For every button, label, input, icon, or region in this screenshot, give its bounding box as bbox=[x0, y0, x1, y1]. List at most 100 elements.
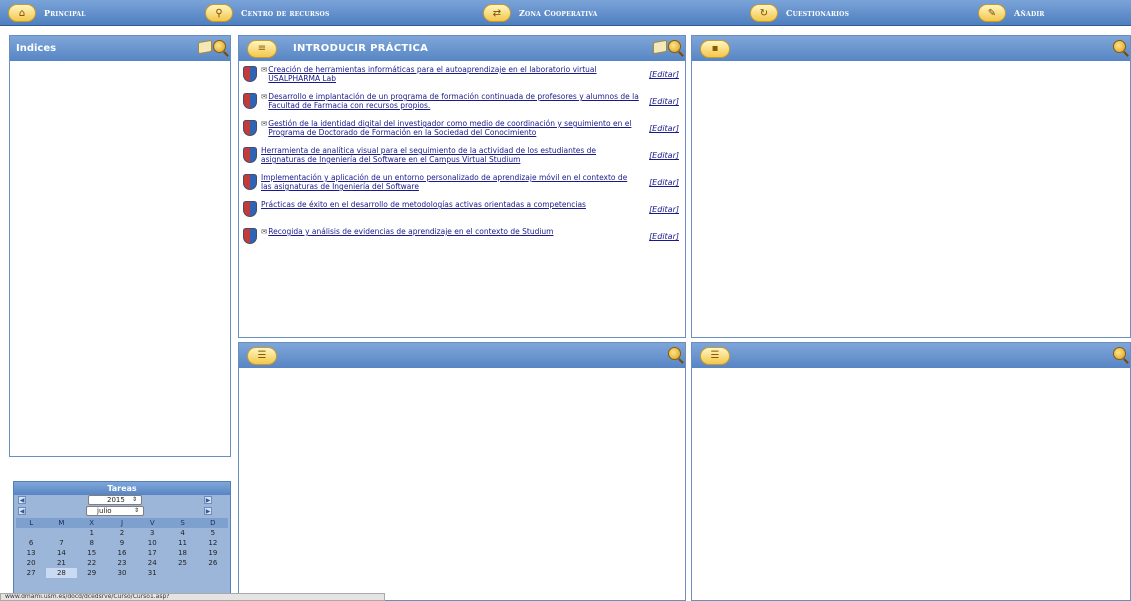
right-top-header: ▪ bbox=[692, 36, 1130, 61]
calendar-day[interactable]: 18 bbox=[167, 548, 197, 558]
nav-zona-cooperativa-label: Zona Cooperativa bbox=[519, 8, 598, 18]
edit-link[interactable]: [Editar] bbox=[639, 97, 679, 106]
indices-title: Indices bbox=[16, 43, 57, 54]
calendar-title: Tareas bbox=[14, 482, 230, 495]
calendar-day[interactable]: 8 bbox=[77, 538, 107, 548]
stack-icon: ≡ bbox=[247, 39, 277, 58]
calendar-day[interactable]: 3 bbox=[137, 528, 167, 538]
year-select[interactable]: 2015 ⇕ bbox=[88, 495, 142, 505]
next-month-button[interactable]: ▶ bbox=[204, 507, 212, 515]
calendar-day[interactable]: 16 bbox=[107, 548, 137, 558]
bottom-mid-panel: ☰ bbox=[238, 342, 686, 601]
edit-link[interactable]: [Editar] bbox=[639, 70, 679, 79]
month-row: ◀ julio ⇕ ▶ bbox=[14, 506, 230, 517]
book-icon[interactable] bbox=[198, 39, 212, 54]
folder-icon: ▪ bbox=[700, 39, 730, 58]
envelope-icon: ✉ bbox=[261, 92, 268, 101]
calendar-day[interactable] bbox=[46, 528, 76, 538]
calendar-day[interactable]: 5 bbox=[198, 528, 228, 538]
edit-link[interactable]: [Editar] bbox=[639, 205, 679, 214]
magnifier-icon: ⚲ bbox=[205, 4, 233, 22]
calendar-day[interactable]: 9 bbox=[107, 538, 137, 548]
calendar-day[interactable]: 12 bbox=[198, 538, 228, 548]
envelope-icon: ✉ bbox=[261, 227, 268, 236]
prev-month-button[interactable]: ◀ bbox=[18, 507, 26, 515]
calendar-day[interactable]: 22 bbox=[77, 558, 107, 568]
calendar-day[interactable] bbox=[16, 528, 46, 538]
practice-link[interactable]: Creación de herramientas informáticas pa… bbox=[268, 65, 639, 83]
calendar-day[interactable]: 13 bbox=[16, 548, 46, 558]
search-icon[interactable] bbox=[668, 40, 681, 53]
weekday-label: V bbox=[149, 519, 155, 527]
practice-link[interactable]: Recogida y análisis de evidencias de apr… bbox=[268, 227, 639, 236]
weekday-label: D bbox=[210, 519, 216, 527]
edit-link[interactable]: [Editar] bbox=[639, 232, 679, 241]
practice-link[interactable]: Gestión de la identidad digital del inve… bbox=[268, 119, 639, 137]
practice-row: ✉ Desarrollo e implantación de un progra… bbox=[243, 92, 679, 119]
search-icon[interactable] bbox=[213, 40, 226, 53]
search-icon[interactable] bbox=[668, 347, 681, 360]
search-icon[interactable] bbox=[1113, 40, 1126, 53]
calendar-week: 1 2 3 4 5 bbox=[16, 528, 228, 538]
nav-cuestionarios-label: Cuestionarios bbox=[786, 8, 850, 18]
arrows-icon: ⇄ bbox=[483, 4, 511, 22]
calendar-day[interactable] bbox=[167, 568, 197, 578]
calendar-day[interactable]: 6 bbox=[16, 538, 46, 548]
year-value: 2015 bbox=[107, 496, 125, 504]
calendar-day[interactable]: 11 bbox=[167, 538, 197, 548]
practice-link[interactable]: Implementación y aplicación de un entorn… bbox=[261, 173, 639, 191]
weekday-label: L bbox=[29, 519, 34, 527]
indices-panel: Indices bbox=[9, 35, 231, 457]
calendar-day[interactable]: 23 bbox=[107, 558, 137, 568]
status-bar-url: www.dmami.usm.es/docd/dcedsrve/Curso/Cur… bbox=[0, 593, 385, 601]
calendar-day[interactable]: 15 bbox=[77, 548, 107, 558]
nav-zona-cooperativa[interactable]: ⇄ Zona Cooperativa bbox=[483, 3, 598, 23]
calendar-day[interactable]: 1 bbox=[77, 528, 107, 538]
practica-panel: ≡ INTRODUCIR PRÁCTICA ✉ Creación de herr… bbox=[238, 35, 686, 338]
year-row: ◀ 2015 ⇕ ▶ bbox=[14, 495, 230, 506]
calendar-day[interactable]: 26 bbox=[198, 558, 228, 568]
calendar-day-today[interactable]: 28 bbox=[46, 568, 77, 578]
nav-anadir[interactable]: ✎ Añadir bbox=[978, 3, 1045, 23]
calendar-day[interactable]: 27 bbox=[16, 568, 46, 578]
calendar-day[interactable]: 21 bbox=[46, 558, 76, 568]
nav-principal[interactable]: ⌂ Principal bbox=[8, 3, 86, 23]
practice-link[interactable]: Prácticas de éxito en el desarrollo de m… bbox=[261, 200, 639, 209]
month-select[interactable]: julio ⇕ bbox=[86, 506, 144, 516]
nav-cuestionarios[interactable]: ↻ Cuestionarios bbox=[750, 3, 849, 23]
month-value: julio bbox=[97, 507, 112, 515]
calendar-day[interactable] bbox=[198, 568, 228, 578]
calendar-day[interactable]: 19 bbox=[198, 548, 228, 558]
practice-list: ✉ Creación de herramientas informáticas … bbox=[239, 61, 685, 254]
shield-icon bbox=[243, 120, 257, 136]
practice-row: ✉ Creación de herramientas informáticas … bbox=[243, 65, 679, 92]
next-year-button[interactable]: ▶ bbox=[204, 496, 212, 504]
calendar-day[interactable]: 29 bbox=[77, 568, 107, 578]
calendar-day[interactable]: 24 bbox=[137, 558, 167, 568]
calendar-day[interactable]: 25 bbox=[167, 558, 197, 568]
calendar-day[interactable]: 30 bbox=[107, 568, 137, 578]
calendar-day[interactable]: 31 bbox=[137, 568, 167, 578]
calendar-week: 6 7 8 9 10 11 12 bbox=[16, 538, 228, 548]
calendar-day[interactable]: 4 bbox=[167, 528, 197, 538]
tasks-calendar: Tareas ◀ 2015 ⇕ ▶ ◀ julio ⇕ ▶ L M X J V S … bbox=[13, 481, 231, 599]
practice-link[interactable]: Herramienta de analítica visual para el … bbox=[261, 146, 639, 164]
prev-year-button[interactable]: ◀ bbox=[18, 496, 26, 504]
practice-link[interactable]: Desarrollo e implantación de un programa… bbox=[268, 92, 639, 110]
edit-link[interactable]: [Editar] bbox=[639, 124, 679, 133]
calendar-day[interactable]: 20 bbox=[16, 558, 46, 568]
shield-icon bbox=[243, 93, 257, 109]
nav-centro-recursos[interactable]: ⚲ Centro de recursos bbox=[205, 3, 330, 23]
calendar-day[interactable]: 10 bbox=[137, 538, 167, 548]
search-icon[interactable] bbox=[1113, 347, 1126, 360]
top-nav: ⌂ Principal ⚲ Centro de recursos ⇄ Zona … bbox=[0, 0, 1131, 26]
calendar-day[interactable]: 14 bbox=[46, 548, 76, 558]
book-icon[interactable] bbox=[653, 39, 667, 54]
chevron-down-icon: ⇕ bbox=[133, 507, 139, 514]
calendar-day[interactable]: 7 bbox=[46, 538, 76, 548]
edit-link[interactable]: [Editar] bbox=[639, 178, 679, 187]
right-top-panel: ▪ bbox=[691, 35, 1131, 338]
calendar-day[interactable]: 17 bbox=[137, 548, 167, 558]
calendar-day[interactable]: 2 bbox=[107, 528, 137, 538]
edit-link[interactable]: [Editar] bbox=[639, 151, 679, 160]
